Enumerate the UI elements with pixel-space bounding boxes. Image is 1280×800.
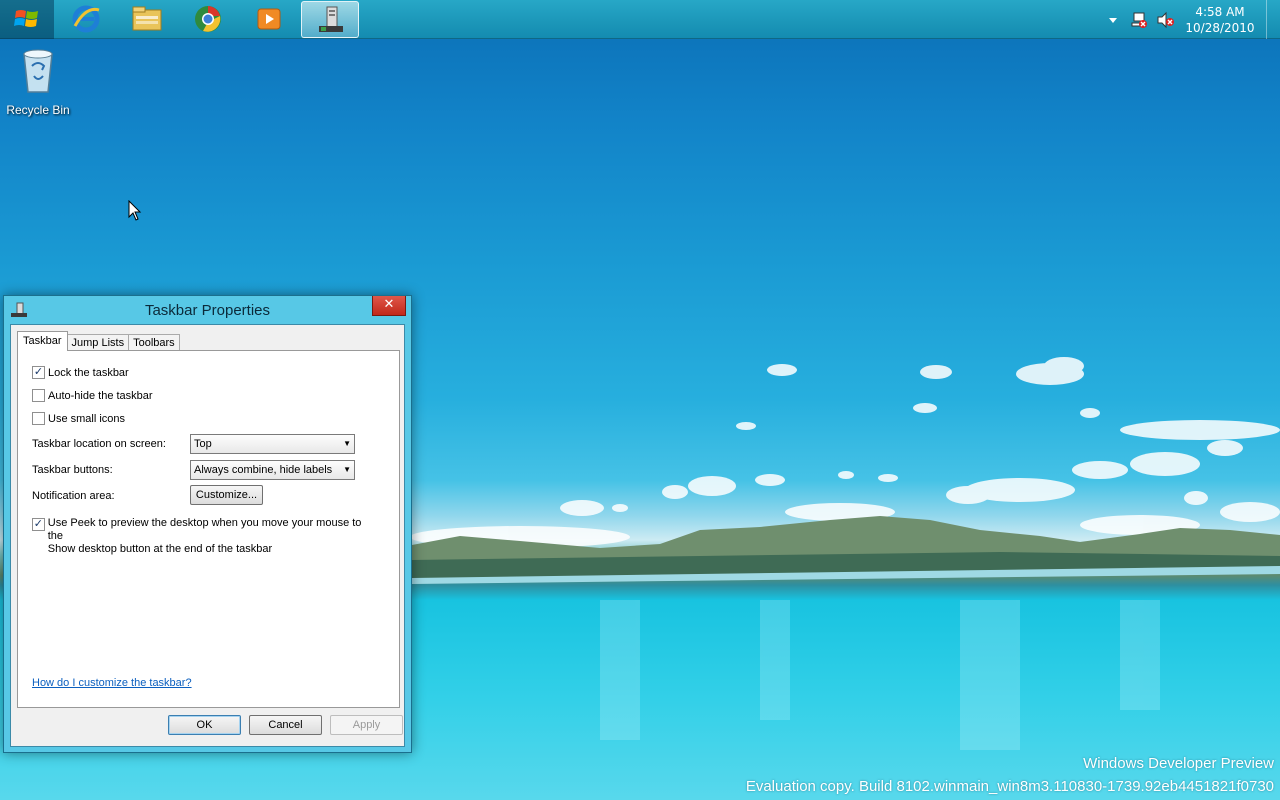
taskbar-tab-panel: ✓ Lock the taskbar Auto-hide the taskbar… <box>17 350 400 708</box>
taskbar-buttons-label: Taskbar buttons: <box>32 464 113 476</box>
taskbar-browser-button[interactable] <box>179 1 237 38</box>
tab-toolbars[interactable]: Toolbars <box>128 334 180 351</box>
taskbar: 4:58 AM 10/28/2010 <box>0 0 1280 39</box>
notification-area: 4:58 AM 10/28/2010 <box>1102 0 1280 39</box>
taskbar-properties-button[interactable] <box>301 0 359 38</box>
cancel-button[interactable]: Cancel <box>249 715 322 735</box>
tray-volume-button[interactable] <box>1154 9 1176 31</box>
tray-network-button[interactable] <box>1128 9 1150 31</box>
auto-hide-label: Auto-hide the taskbar <box>48 389 153 402</box>
tray-overflow-button[interactable] <box>1102 9 1124 31</box>
location-value: Top <box>194 438 212 450</box>
dropdown-arrow-icon: ▼ <box>343 465 351 474</box>
taskbar-ie-button[interactable] <box>57 1 115 38</box>
help-link[interactable]: How do I customize the taskbar? <box>32 677 192 689</box>
notification-area-label: Notification area: <box>32 490 115 502</box>
dropdown-arrow-icon: ▼ <box>343 439 351 448</box>
location-label: Taskbar location on screen: <box>32 438 166 450</box>
internet-explorer-icon <box>72 5 100 33</box>
peek-option[interactable]: ✓ Use Peek to preview the desktop when y… <box>32 517 372 556</box>
chrome-like-browser-icon <box>195 6 221 32</box>
small-icons-label: Use small icons <box>48 412 126 425</box>
tab-taskbar[interactable]: Taskbar <box>17 331 68 351</box>
peek-label-line1: Use Peek to preview the desktop when you… <box>47 517 362 542</box>
taskbar-media-button[interactable] <box>240 1 298 38</box>
taskbar-properties-icon <box>319 6 343 32</box>
location-select[interactable]: Top ▼ <box>190 434 355 454</box>
media-player-icon <box>257 8 281 30</box>
auto-hide-checkbox[interactable] <box>32 389 45 402</box>
chevron-up-icon <box>1109 17 1117 23</box>
tab-strip: Taskbar Jump Lists Toolbars <box>17 331 180 351</box>
clock-date: 10/28/2010 <box>1185 20 1255 35</box>
dialog-client-area: Taskbar Jump Lists Toolbars ✓ Lock the t… <box>10 324 405 747</box>
customize-button[interactable]: Customize... <box>190 485 263 505</box>
windows-logo-icon <box>14 10 38 27</box>
taskbar-properties-dialog: Taskbar Properties ✕ Taskbar Jump Lists … <box>3 295 412 753</box>
evaluation-watermark: Windows Developer Preview Evaluation cop… <box>746 752 1274 798</box>
recycle-bin-desktop-icon[interactable]: Recycle Bin <box>4 46 72 117</box>
recycle-bin-icon <box>23 49 53 93</box>
show-desktop-button[interactable] <box>1266 0 1280 39</box>
taskbar-clock[interactable]: 4:58 AM 10/28/2010 <box>1180 4 1260 36</box>
tab-jump-lists[interactable]: Jump Lists <box>66 334 130 351</box>
watermark-build: Evaluation copy. Build 8102.winmain_win8… <box>745 778 1274 795</box>
peek-checkbox[interactable]: ✓ <box>32 518 45 531</box>
close-button[interactable]: ✕ <box>372 296 406 316</box>
peek-label-line2: Show desktop button at the end of the ta… <box>47 543 273 555</box>
small-icons-checkbox[interactable] <box>32 412 45 425</box>
lock-taskbar-checkbox[interactable]: ✓ <box>32 366 45 379</box>
network-icon <box>1131 12 1147 28</box>
small-icons-option[interactable]: Use small icons <box>32 412 125 425</box>
apply-button[interactable]: Apply <box>330 715 403 735</box>
taskbar-explorer-button[interactable] <box>118 1 176 38</box>
taskbar-buttons-select[interactable]: Always combine, hide labels ▼ <box>190 460 355 480</box>
ok-button[interactable]: OK <box>168 715 241 735</box>
clock-time: 4:58 AM <box>1195 4 1245 19</box>
peek-label: Use Peek to preview the desktop when you… <box>48 517 372 556</box>
recycle-bin-label: Recycle Bin <box>6 103 70 117</box>
auto-hide-option[interactable]: Auto-hide the taskbar <box>32 389 153 402</box>
lock-taskbar-option[interactable]: ✓ Lock the taskbar <box>32 366 129 379</box>
file-explorer-icon <box>132 6 162 31</box>
dialog-titlebar[interactable]: Taskbar Properties ✕ <box>4 296 411 324</box>
taskbar-buttons-value: Always combine, hide labels <box>194 464 333 476</box>
volume-muted-icon <box>1157 11 1174 28</box>
start-button[interactable] <box>0 0 54 39</box>
dialog-title: Taskbar Properties <box>144 302 271 319</box>
lock-taskbar-label: Lock the taskbar <box>48 366 129 379</box>
mouse-cursor-icon <box>128 200 142 221</box>
watermark-product: Windows Developer Preview <box>1083 755 1274 772</box>
